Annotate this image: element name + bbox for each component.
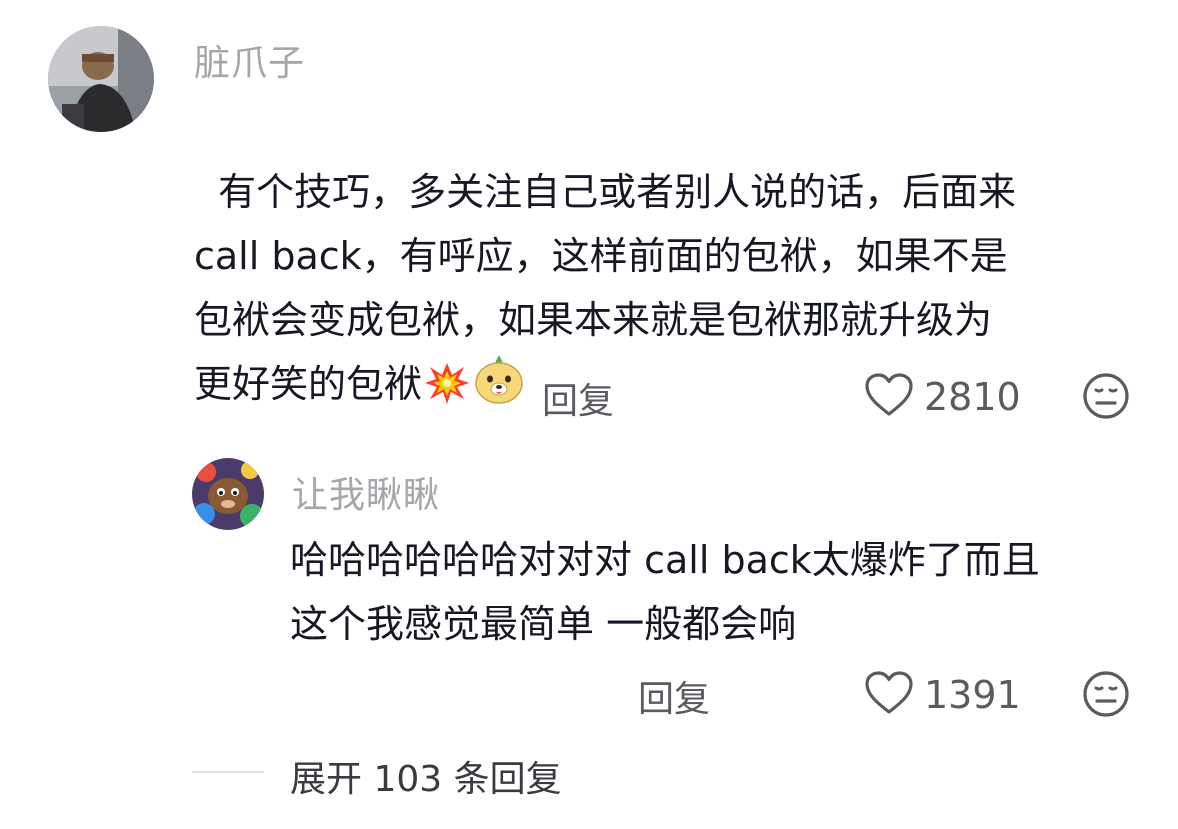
comment-like-count: 2810	[924, 375, 1021, 419]
commenter-avatar[interactable]	[48, 26, 154, 132]
reply-like-button[interactable]: 1391	[864, 670, 1021, 720]
expand-replies-button[interactable]: 展开 103 条回复	[290, 750, 562, 802]
reply-reply-button[interactable]: 回复	[638, 670, 710, 722]
comment-text-body: 有个技巧，多关注自己或者别人说的话，后面来 call back，有呼应，这样前面…	[194, 170, 1017, 406]
replier-avatar[interactable]	[192, 458, 264, 530]
expand-divider	[192, 771, 264, 773]
comment-like-button[interactable]: 2810	[864, 372, 1021, 422]
comment-dislike-button[interactable]	[1082, 372, 1130, 424]
meh-face-icon	[1082, 373, 1130, 424]
comment-reply-button[interactable]: 回复	[542, 372, 614, 424]
bear-face-emoji	[472, 353, 526, 424]
reply-dislike-button[interactable]	[1082, 670, 1130, 722]
heart-outline-icon	[864, 372, 914, 422]
commenter-username[interactable]: 脏爪子	[194, 34, 305, 86]
heart-outline-icon	[864, 670, 914, 720]
reply-like-count: 1391	[924, 673, 1021, 717]
replier-username[interactable]: 让我瞅瞅	[292, 466, 440, 518]
meh-face-icon	[1082, 671, 1130, 722]
collision-emoji	[424, 360, 470, 424]
reply-text: 哈哈哈哈哈哈对对对 call back太爆炸了而且 这个我感觉最简单 一般都会响	[290, 538, 1040, 646]
